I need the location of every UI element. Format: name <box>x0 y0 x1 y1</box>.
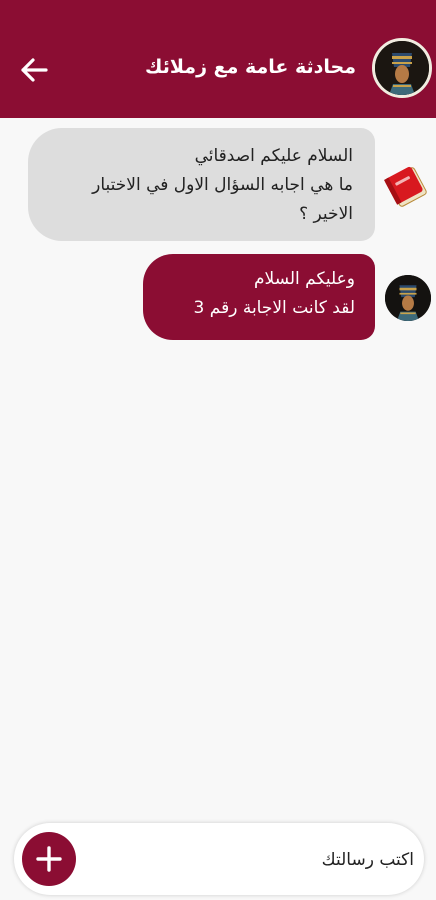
back-button[interactable] <box>16 52 52 88</box>
sender-avatar <box>385 275 431 321</box>
group-avatar[interactable] <box>372 38 432 98</box>
red-book-icon <box>384 166 427 207</box>
app-header: محادثة عامة مع زملائك <box>0 0 436 118</box>
nefertiti-avatar <box>385 275 431 321</box>
plus-icon <box>36 846 62 872</box>
message-line: وعليكم السلام <box>254 269 355 289</box>
message-line: السلام عليكم اصدقائي <box>194 146 353 166</box>
message-composer <box>14 823 424 895</box>
add-attachment-button[interactable] <box>22 832 76 886</box>
message-input[interactable] <box>94 835 416 885</box>
chat-title: محادثة عامة مع زملائك <box>145 56 356 78</box>
message-line: الاخير ؟ <box>299 204 353 224</box>
incoming-message-bubble: السلام عليكم اصدقائي ما هي اجابه السؤال … <box>28 128 375 241</box>
arrow-back-icon <box>21 58 48 82</box>
outgoing-message-bubble: وعليكم السلام لقد كانت الاجابة رقم 3 <box>143 254 375 340</box>
message-line: لقد كانت الاجابة رقم 3 <box>193 298 355 318</box>
message-line: ما هي اجابه السؤال الاول في الاختبار <box>92 175 353 195</box>
nefertiti-avatar <box>375 41 429 95</box>
